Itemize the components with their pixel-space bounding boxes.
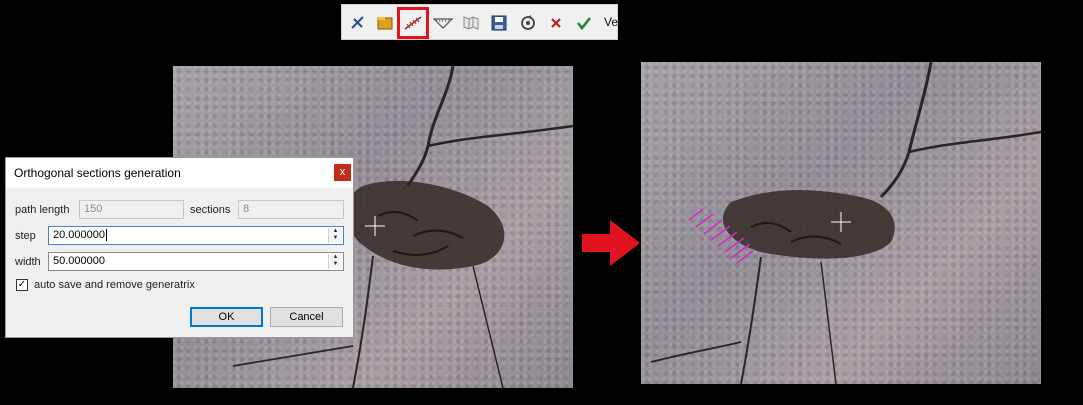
sections-field: 8 <box>238 200 344 219</box>
import-polyline-button[interactable] <box>374 12 396 34</box>
width-label: width <box>15 256 41 268</box>
orthogonal-section-lines <box>688 208 754 264</box>
spin-down-icon[interactable]: ▼ <box>329 261 342 268</box>
step-input[interactable]: 20.000000 ▲ ▼ <box>48 226 344 245</box>
map-icon <box>463 16 479 30</box>
confirm-check-icon <box>576 17 592 31</box>
dialog-title: Orthogonal sections generation <box>14 166 181 180</box>
reset-button[interactable] <box>517 12 539 34</box>
section-line <box>717 231 738 247</box>
sections-toolbar: Ver <box>341 4 622 40</box>
section-profile-button[interactable] <box>432 12 454 34</box>
dialog-titlebar[interactable]: Orthogonal sections generation x <box>6 158 353 188</box>
point-cloud-view-after[interactable] <box>641 62 1041 384</box>
close-x-button[interactable] <box>545 12 567 34</box>
path-length-label: path length <box>15 204 70 216</box>
cancel-button[interactable]: Cancel <box>270 307 343 327</box>
save-button[interactable] <box>488 12 510 34</box>
spin-down-icon[interactable]: ▼ <box>329 235 342 242</box>
step-spinner[interactable]: ▲ ▼ <box>328 228 342 243</box>
dialog-close-button[interactable]: x <box>334 164 351 181</box>
section-line <box>703 219 723 235</box>
save-icon <box>491 15 507 31</box>
section-line <box>688 208 704 221</box>
spin-up-icon[interactable]: ▲ <box>329 228 342 235</box>
width-spinner[interactable]: ▲ ▼ <box>328 254 342 269</box>
generate-orthogonal-sections-icon <box>404 16 422 30</box>
width-value: 50.000000 <box>53 255 105 267</box>
section-line <box>695 213 714 228</box>
close-x-icon <box>551 18 561 28</box>
reset-icon <box>521 15 535 30</box>
map-button[interactable] <box>460 12 482 34</box>
generate-orthogonal-sections-button[interactable] <box>397 7 429 39</box>
section-line <box>736 250 754 264</box>
pick-tool-button[interactable] <box>347 12 369 34</box>
import-polyline-icon <box>377 17 393 30</box>
toolbar-trailing-label: Ver <box>604 15 623 29</box>
step-value: 20.000000 <box>53 229 105 241</box>
width-input[interactable]: 50.000000 ▲ ▼ <box>48 252 344 271</box>
spin-up-icon[interactable]: ▲ <box>329 254 342 261</box>
ok-button[interactable]: OK <box>190 307 263 327</box>
confirm-check-button[interactable] <box>573 12 595 34</box>
pick-tool-icon <box>351 16 364 29</box>
section-profile-icon <box>433 18 453 29</box>
path-length-field: 150 <box>79 200 184 219</box>
step-label: step <box>15 230 36 242</box>
auto-save-label[interactable]: auto save and remove generatrix <box>34 279 195 291</box>
section-line <box>710 225 731 241</box>
result-arrow-icon <box>582 220 640 266</box>
sections-label: sections <box>190 204 231 216</box>
auto-save-checkbox[interactable]: ✓ <box>16 279 28 291</box>
orthogonal-sections-dialog: Orthogonal sections generation x path le… <box>5 157 354 338</box>
